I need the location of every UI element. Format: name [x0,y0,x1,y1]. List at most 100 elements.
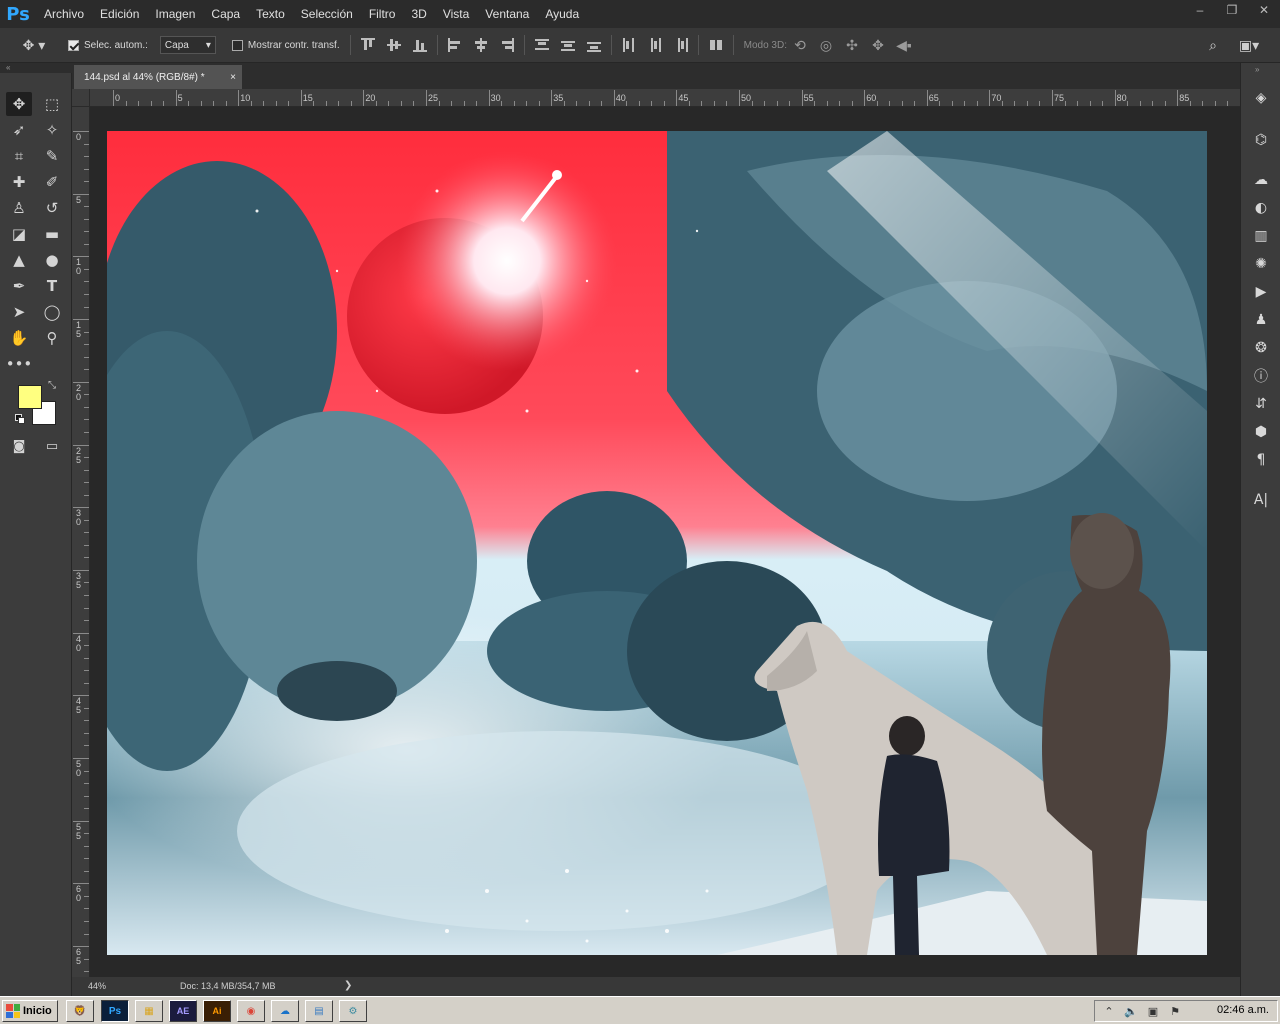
restore-button[interactable]: ❐ [1216,0,1248,20]
channels-panel-icon[interactable]: ❂ [1249,337,1273,359]
history-panel-icon[interactable]: ⇵ [1249,393,1273,415]
eyedropper-tool-icon[interactable]: ✎ [39,144,65,168]
menu-archivo[interactable]: Archivo [36,0,92,28]
roll-3d-icon[interactable]: ◎ [813,37,839,54]
menu-filtro[interactable]: Filtro [361,0,404,28]
taskbar-chrome[interactable]: ◉ [237,1000,265,1022]
history-brush-tool-icon[interactable]: ↺ [39,196,65,220]
distribute-top-icon[interactable] [534,38,549,52]
type-tool-icon[interactable]: T [39,274,65,298]
orbit-3d-icon[interactable]: ⟲ [787,37,813,54]
menu-edicion[interactable]: Edición [92,0,147,28]
align-right-icon[interactable] [500,38,514,52]
expand-panels-icon[interactable]: » [1255,65,1259,74]
distribute-bottom-icon[interactable] [586,38,601,52]
clone-source-panel-icon[interactable]: ♟ [1249,309,1273,331]
distribute-vcenter-icon[interactable] [560,38,575,52]
scale-3d-icon[interactable]: ◀▪ [891,37,917,54]
adjustments-panel-icon[interactable]: ◐ [1249,197,1273,219]
default-colors-icon[interactable] [15,414,25,424]
brush-tool-icon[interactable]: ✐ [39,170,65,194]
distribute-left-icon[interactable] [622,38,636,52]
menu-seleccion[interactable]: Selección [293,0,361,28]
auto-select-checkbox[interactable] [68,39,79,51]
volume-icon[interactable]: 🔈 [1123,1003,1139,1019]
hand-tool-icon[interactable]: ✋ [6,326,32,350]
path-selection-tool-icon[interactable]: ➤ [6,300,32,324]
show-transform-checkbox[interactable] [231,39,243,51]
align-top-icon[interactable] [360,38,375,52]
gradient-tool-icon[interactable]: ▬ [39,222,65,246]
zoom-level[interactable]: 44% [88,981,106,991]
clone-stamp-tool-icon[interactable]: ♙ [6,196,32,220]
histogram-panel-icon[interactable]: ▥ [1249,225,1273,247]
pen-tool-icon[interactable]: ✒ [6,274,32,298]
character-panel-icon[interactable]: A| [1249,489,1273,511]
blur-tool-icon[interactable]: ▲ [6,248,32,272]
3d-panel-icon[interactable]: ⬢ [1249,421,1273,443]
menu-ayuda[interactable]: Ayuda [537,0,587,28]
taskbar-explorer[interactable]: ▦ [135,1000,163,1022]
taskbar-cloud[interactable]: ☁ [271,1000,299,1022]
tray-expand-icon[interactable]: ⌃ [1101,1003,1117,1019]
move-tool-preset-icon[interactable]: ✥ ▾ [14,37,54,54]
taskbar-brave[interactable]: 🦁 [66,1000,94,1022]
menu-imagen[interactable]: Imagen [147,0,203,28]
zoom-tool-icon[interactable]: ⚲ [39,326,65,350]
paragraph-panel-icon[interactable]: ¶ [1249,449,1273,471]
auto-align-icon[interactable] [709,38,723,52]
action-center-icon[interactable]: ⚑ [1167,1003,1183,1019]
start-button[interactable]: Inicio [2,1000,58,1022]
layers-panel-icon[interactable]: ◈ [1249,87,1273,109]
taskbar-settings[interactable]: ⚙ [339,1000,367,1022]
quick-mask-icon[interactable]: ◙ [6,434,32,458]
taskbar-notepad[interactable]: ▤ [305,1000,333,1022]
eraser-tool-icon[interactable]: ◪ [6,222,32,246]
taskbar-illustrator[interactable]: Ai [203,1000,231,1022]
navigator-panel-icon[interactable]: ✺ [1249,253,1273,275]
minimize-button[interactable]: – [1184,0,1216,20]
align-bottom-icon[interactable] [412,38,427,52]
slide-3d-icon[interactable]: ✥ [865,37,891,54]
taskbar-after-effects[interactable]: AE [169,1000,197,1022]
actions-panel-icon[interactable]: ▶ [1249,281,1273,303]
vertical-ruler[interactable]: 0 5 10 15 20 25 30 35 40 45 50 55 60 65 [72,107,90,977]
search-icon[interactable]: ⌕ [1203,37,1223,54]
menu-capa[interactable]: Capa [203,0,248,28]
layer-select-dropdown[interactable]: Capa ▾ [159,36,216,54]
menu-texto[interactable]: Texto [248,0,293,28]
menu-ventana[interactable]: Ventana [477,0,537,28]
swap-colors-icon[interactable]: ⤡ [48,380,56,391]
menu-vista[interactable]: Vista [435,0,477,28]
move-tool-icon[interactable]: ✥ [6,92,32,116]
pan-3d-icon[interactable]: ✣ [839,37,865,54]
close-tab-icon[interactable]: × [230,72,236,83]
libraries-panel-icon[interactable]: ☁ [1249,169,1273,191]
status-menu-arrow-icon[interactable]: ❯ [344,980,352,991]
info-panel-icon[interactable]: ⓘ [1249,365,1273,387]
menu-3d[interactable]: 3D [403,0,434,28]
screen-mode-icon[interactable]: ▭ [39,434,65,458]
document-tab[interactable]: 144.psd al 44% (RGB/8#) * × [74,65,242,89]
network-icon[interactable]: ▣ [1145,1003,1161,1019]
ellipse-tool-icon[interactable]: ◯ [39,300,65,324]
canvas-artwork[interactable] [107,131,1207,955]
align-vcenter-icon[interactable] [386,38,401,52]
more-tools-icon[interactable]: ••• [6,352,33,376]
align-hcenter-icon[interactable] [474,38,488,52]
paths-panel-icon[interactable]: ⌬ [1249,129,1273,151]
lasso-tool-icon[interactable]: ➶ [6,118,32,142]
magic-wand-tool-icon[interactable]: ✧ [39,118,65,142]
healing-brush-tool-icon[interactable]: ✚ [6,170,32,194]
crop-tool-icon[interactable]: ⌗ [6,144,32,168]
marquee-tool-icon[interactable]: ⬚ [39,92,65,116]
workspace-icon[interactable]: ▣▾ [1236,37,1262,54]
show-transform-option[interactable]: Mostrar contr. transf. [231,39,340,51]
close-window-button[interactable]: ✕ [1248,0,1280,20]
foreground-color-swatch[interactable] [18,385,42,409]
distribute-hcenter-icon[interactable] [648,38,662,52]
horizontal-ruler[interactable]: 0 5 10 15 20 25 30 35 40 45 50 55 60 65 70 75 80 85 [90,89,1240,107]
align-left-icon[interactable] [447,38,462,52]
ruler-origin[interactable] [72,89,90,107]
distribute-right-icon[interactable] [674,38,688,52]
